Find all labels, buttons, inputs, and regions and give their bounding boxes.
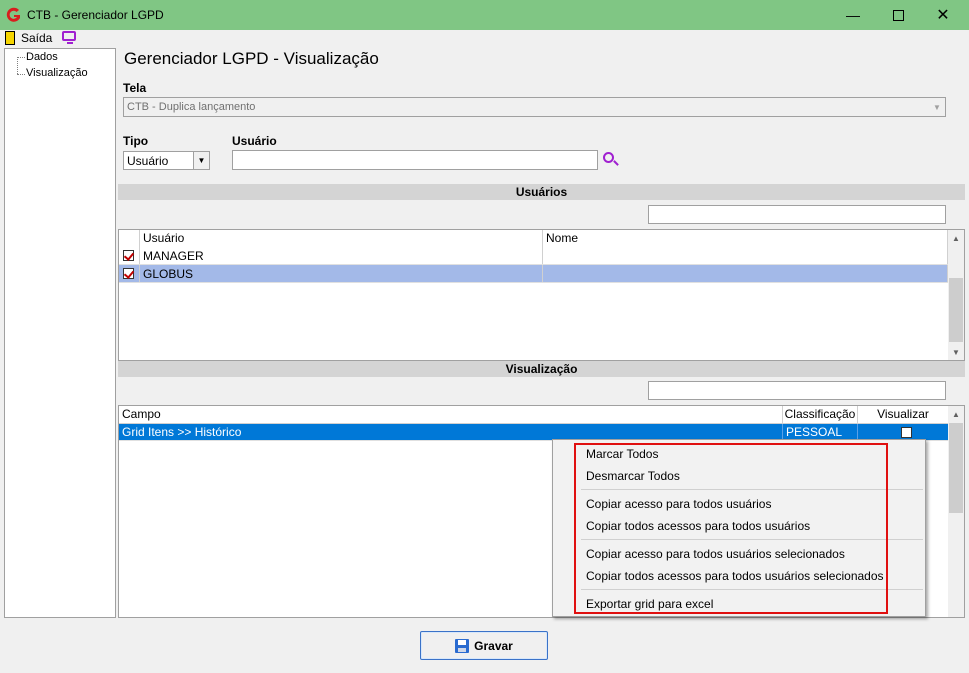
annotation-highlight-box <box>574 443 888 614</box>
chevron-down-icon[interactable]: ▼ <box>929 98 945 116</box>
column-header-campo[interactable]: Campo <box>119 406 783 423</box>
usuarios-grid-header: Usuário Nome <box>119 230 948 248</box>
scroll-down-icon[interactable]: ▼ <box>948 344 964 360</box>
navigation-tree: Dados Visualização <box>4 48 116 618</box>
cell-classificacao: PESSOAL <box>783 424 858 440</box>
maximize-icon <box>892 9 904 21</box>
checkbox-column-header <box>119 230 140 247</box>
cell-visualizar <box>858 424 948 440</box>
tree-item-visualizacao[interactable]: Visualização <box>26 67 88 79</box>
column-header-visualizar[interactable]: Visualizar <box>858 406 948 423</box>
scrollbar-thumb[interactable] <box>949 278 963 342</box>
minimize-button[interactable]: — <box>830 0 876 30</box>
column-header-usuario[interactable]: Usuário <box>140 230 543 247</box>
scrollbar-thumb[interactable] <box>949 423 963 513</box>
table-row[interactable]: MANAGER <box>119 247 948 265</box>
magnifier-handle <box>613 160 619 166</box>
close-icon: ✕ <box>936 7 950 24</box>
usuarios-grid[interactable]: Usuário Nome MANAGER GLOBUS ▲ ▼ <box>118 229 965 361</box>
tree-connector <box>17 57 18 74</box>
cell-nome <box>543 247 948 264</box>
monitor-icon[interactable] <box>62 31 76 41</box>
tela-value: CTB - Duplica lançamento <box>127 101 256 113</box>
app-logo-icon <box>6 7 20 22</box>
save-button-label: Gravar <box>474 638 513 653</box>
tela-label: Tela <box>123 81 147 95</box>
exit-button[interactable]: Saída <box>21 31 52 45</box>
tree-connector <box>17 74 25 75</box>
usuarios-search-input[interactable] <box>648 205 946 224</box>
tipo-select[interactable]: Usuário ▼ <box>123 151 210 170</box>
exit-door-icon[interactable] <box>5 31 15 45</box>
row-checkbox[interactable] <box>123 268 134 279</box>
monitor-stand-icon <box>67 42 73 44</box>
visualizacao-grid-header: Campo Classificação Visualizar <box>119 406 948 424</box>
toolbar <box>0 30 969 48</box>
column-header-nome[interactable]: Nome <box>543 230 948 247</box>
save-button[interactable]: Gravar <box>420 631 548 660</box>
visualizar-checkbox[interactable] <box>901 427 912 438</box>
visualizacao-scrollbar[interactable]: ▲ <box>948 406 964 617</box>
scroll-up-icon[interactable]: ▲ <box>948 406 964 422</box>
usuarios-scrollbar[interactable]: ▲ ▼ <box>948 230 964 360</box>
window-title: CTB - Gerenciador LGPD <box>27 8 164 22</box>
table-row-selected[interactable]: GLOBUS <box>119 265 948 283</box>
scroll-up-icon[interactable]: ▲ <box>948 230 964 246</box>
usuarios-section-title: Usuários <box>118 184 965 200</box>
tipo-value: Usuário <box>127 154 169 168</box>
row-checkbox-cell <box>119 247 140 264</box>
usuario-search-icon[interactable] <box>603 151 621 169</box>
visualizacao-section-title: Visualização <box>118 361 965 377</box>
column-header-classificacao[interactable]: Classificação <box>783 406 858 423</box>
chevron-down-icon[interactable]: ▼ <box>193 152 209 169</box>
usuario-input[interactable] <box>232 150 598 170</box>
minimize-icon: — <box>846 7 860 23</box>
tree-item-dados[interactable]: Dados <box>26 51 58 63</box>
visualizacao-search-input[interactable] <box>648 381 946 400</box>
usuario-label: Usuário <box>232 134 277 148</box>
cell-nome <box>543 265 948 282</box>
cell-campo: Grid Itens >> Histórico <box>119 424 783 440</box>
floppy-disk-icon <box>455 638 470 653</box>
tela-select[interactable]: CTB - Duplica lançamento ▼ <box>123 97 946 117</box>
row-checkbox[interactable] <box>123 250 134 261</box>
close-button[interactable]: ✕ <box>920 0 966 30</box>
cell-usuario: GLOBUS <box>140 265 543 282</box>
page-title: Gerenciador LGPD - Visualização <box>124 49 379 68</box>
row-checkbox-cell <box>119 265 140 282</box>
cell-usuario: MANAGER <box>140 247 543 264</box>
tipo-label: Tipo <box>123 134 149 148</box>
maximize-button[interactable] <box>875 0 921 30</box>
tree-connector <box>17 57 25 58</box>
